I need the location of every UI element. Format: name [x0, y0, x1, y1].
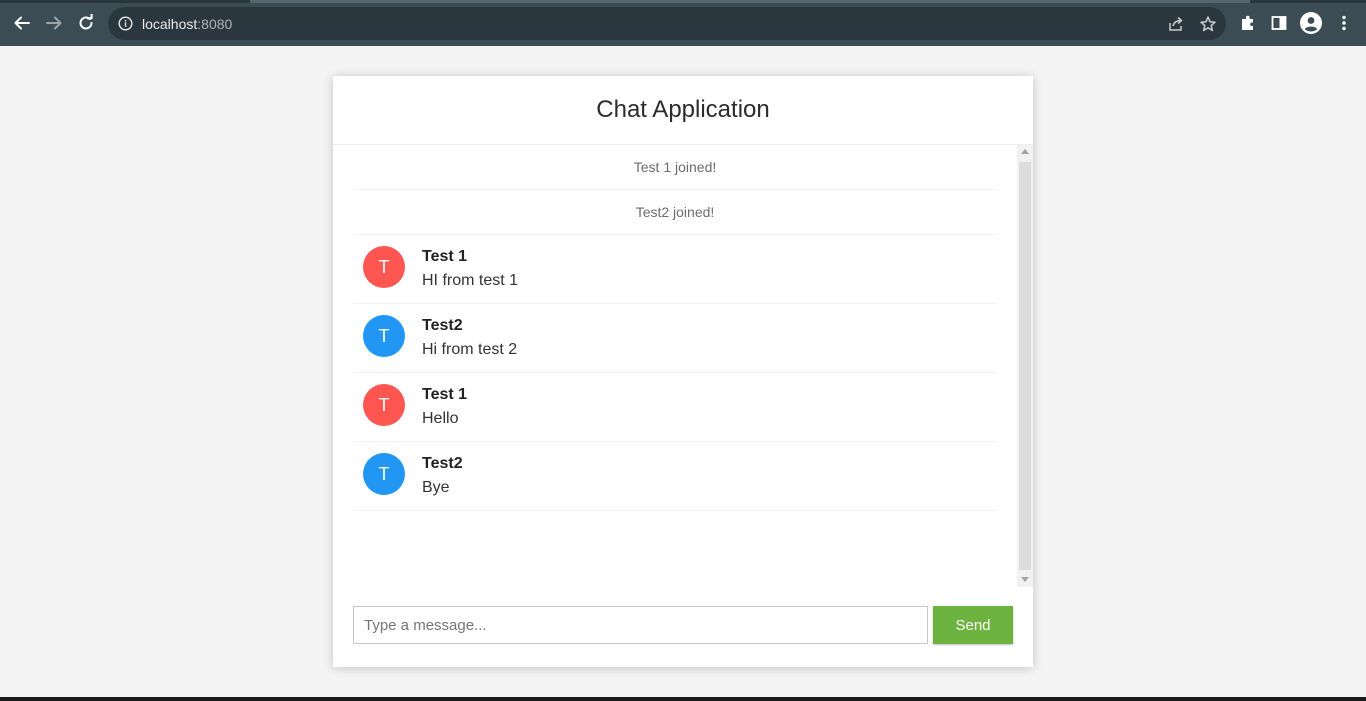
- side-panel-button[interactable]: [1268, 12, 1290, 34]
- profile-button[interactable]: [1300, 12, 1322, 34]
- chat-message: T Test 1 HI from test 1: [353, 235, 997, 304]
- profile-icon: [1300, 12, 1322, 34]
- info-icon[interactable]: [118, 16, 133, 31]
- scrollbar-thumb[interactable]: [1019, 162, 1031, 570]
- event-message: Test 1 joined!: [353, 145, 997, 190]
- arrow-right-icon: [46, 16, 62, 30]
- chat-header: Chat Application: [333, 76, 1033, 145]
- chat-message: T Test 1 Hello: [353, 373, 997, 442]
- avatar: T: [363, 315, 405, 357]
- message-list: Test 1 joined! Test2 joined! T Test 1 HI fro…: [353, 145, 997, 511]
- message-area[interactable]: Test 1 joined! Test2 joined! T Test 1 HI fro…: [333, 145, 1033, 587]
- message-sender: Test2: [422, 455, 463, 472]
- star-icon[interactable]: [1199, 15, 1217, 33]
- chat-message: T Test2 Hi from test 2: [353, 304, 997, 373]
- forward-button[interactable]: [40, 9, 68, 37]
- message-input[interactable]: [353, 606, 928, 644]
- send-button[interactable]: Send: [933, 606, 1013, 644]
- message-sender: Test 1: [422, 248, 468, 265]
- page-viewport: Chat Application Test 1 joined! Test2 joi…: [0, 46, 1366, 697]
- scroll-down-arrow-icon[interactable]: [1021, 577, 1029, 582]
- avatar: T: [363, 453, 405, 495]
- event-message: Test2 joined!: [353, 190, 997, 235]
- reload-icon: [79, 14, 93, 30]
- message-text: Hello: [422, 410, 459, 427]
- url-text: localhost:8080: [142, 16, 232, 32]
- kebab-menu-icon: [1342, 15, 1346, 31]
- browser-menu-button[interactable]: [1333, 12, 1355, 34]
- scrollbar[interactable]: [1017, 145, 1033, 587]
- side-panel-icon: [1271, 16, 1287, 30]
- active-tab-edge: [250, 0, 1250, 3]
- message-text: Bye: [422, 479, 450, 496]
- message-text: HI from test 1: [422, 272, 519, 289]
- share-icon[interactable]: [1167, 15, 1185, 33]
- extensions-button[interactable]: [1237, 12, 1259, 34]
- url-host: localhost: [142, 16, 198, 32]
- back-button[interactable]: [8, 9, 36, 37]
- reload-button[interactable]: [72, 9, 100, 37]
- chat-message: T Test2 Bye: [353, 442, 997, 511]
- browser-toolbar: localhost:8080: [0, 0, 1366, 46]
- chat-container: Chat Application Test 1 joined! Test2 joi…: [333, 76, 1033, 667]
- page-title: Chat Application: [596, 96, 770, 123]
- message-sender: Test2: [422, 317, 463, 334]
- message-sender: Test 1: [422, 386, 468, 403]
- avatar: T: [363, 246, 405, 288]
- puzzle-icon: [1242, 15, 1253, 30]
- os-taskbar-edge: [0, 697, 1366, 701]
- message-text: Hi from test 2: [422, 341, 518, 358]
- url-port: :8080: [197, 16, 233, 32]
- avatar: T: [363, 384, 405, 426]
- message-form: Send: [353, 606, 1013, 644]
- address-bar[interactable]: localhost:8080: [108, 7, 1226, 40]
- scroll-up-arrow-icon[interactable]: [1021, 149, 1029, 154]
- arrow-left-icon: [14, 16, 30, 30]
